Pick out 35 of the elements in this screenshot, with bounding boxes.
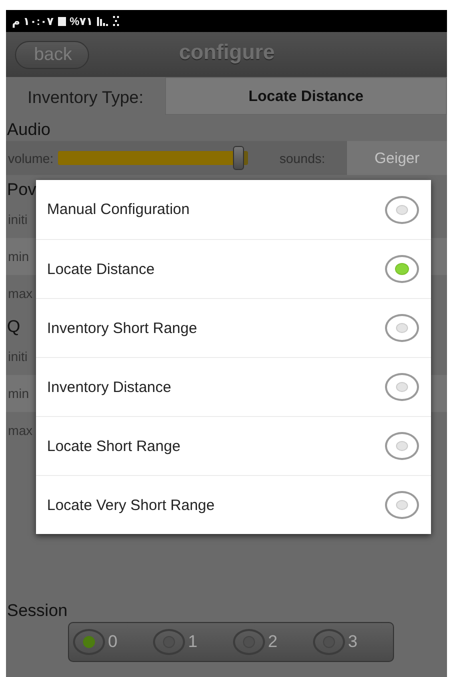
dialog-option[interactable]: Manual Configuration bbox=[36, 180, 431, 239]
section-heading: Pov bbox=[6, 179, 36, 201]
option-label: 0 bbox=[108, 632, 118, 652]
dialog-option[interactable]: Locate Distance bbox=[36, 239, 431, 298]
option-label: 3 bbox=[348, 632, 358, 652]
radio-button[interactable] bbox=[153, 629, 185, 655]
dialog-option[interactable]: Locate Very Short Range bbox=[36, 475, 431, 534]
section-heading: Session bbox=[6, 600, 68, 622]
field-label: max bbox=[7, 423, 33, 438]
dialog-option[interactable]: Inventory Short Range bbox=[36, 298, 431, 357]
radio-button[interactable] bbox=[385, 373, 419, 401]
battery-level: %٧١ bbox=[70, 14, 93, 28]
radio-button[interactable] bbox=[233, 629, 265, 655]
radio-button[interactable] bbox=[73, 629, 105, 655]
dialog-option[interactable]: Locate Short Range bbox=[36, 416, 431, 475]
radio-button[interactable] bbox=[385, 491, 419, 519]
section-heading: Audio bbox=[6, 119, 50, 141]
radio-button[interactable] bbox=[313, 629, 345, 655]
dots-icon bbox=[112, 16, 121, 26]
option-label: 2 bbox=[268, 632, 278, 652]
radio-button[interactable] bbox=[385, 196, 419, 224]
field-label: min bbox=[7, 386, 29, 401]
field-label: Inventory Type: bbox=[26, 87, 144, 109]
radio-button[interactable] bbox=[385, 255, 419, 283]
radio-button[interactable] bbox=[385, 432, 419, 460]
signal-icon bbox=[96, 16, 109, 26]
option-label: 1 bbox=[188, 632, 198, 652]
radio-button[interactable] bbox=[385, 314, 419, 342]
battery-icon bbox=[58, 16, 66, 26]
dialog-option[interactable]: Inventory Distance bbox=[36, 357, 431, 416]
status-time: م ١٠:٠٧ bbox=[12, 14, 54, 28]
inventory-type-dropdown[interactable]: Locate Distance bbox=[165, 77, 447, 115]
field-label: max bbox=[7, 286, 33, 301]
section-heading: Q bbox=[6, 316, 20, 338]
field-label: min bbox=[7, 249, 29, 264]
